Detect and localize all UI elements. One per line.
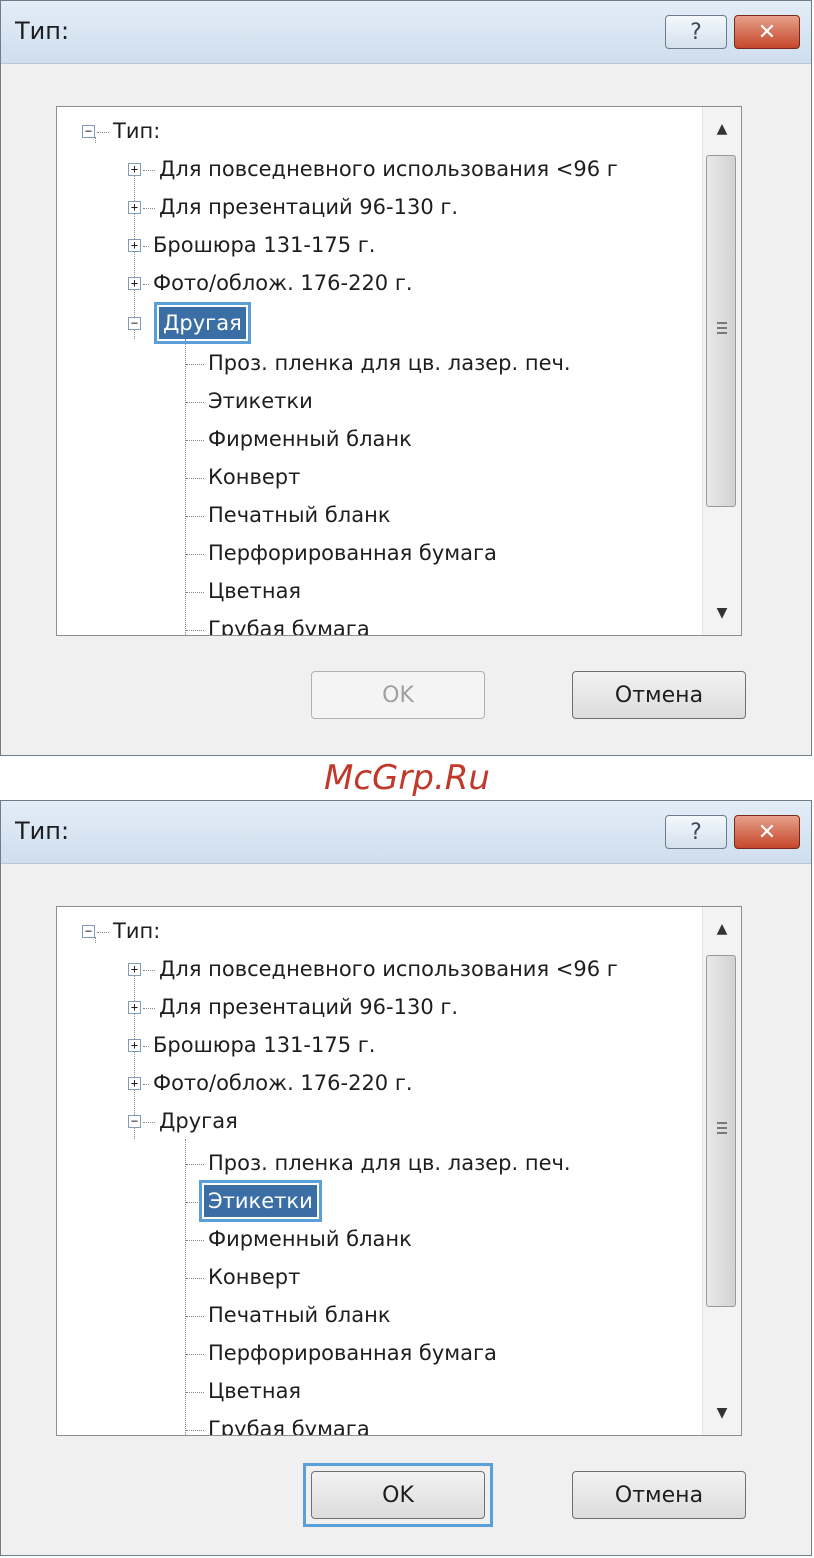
tree-item-label: Фото/облож. 176-220 г. xyxy=(153,271,413,295)
tree-connector xyxy=(97,132,109,133)
tree-subitem-label: Перфорированная бумага xyxy=(208,541,497,565)
tree-subitem-label: Цветная xyxy=(208,1379,302,1403)
tree-item-label: Брошюра 131-175 г. xyxy=(153,233,376,257)
dialog-title: Тип: xyxy=(15,817,70,845)
tree-item-label: Для презентаций 96-130 г. xyxy=(159,195,459,219)
tree-connector xyxy=(186,1316,204,1317)
tree-item-label: Брошюра 131-175 г. xyxy=(153,1033,376,1057)
paper-type-tree[interactable]: − Тип: + Для повседневного использования… xyxy=(56,106,742,636)
tree-subitem-label: Цветная xyxy=(208,579,302,603)
scroll-up-arrow-icon[interactable]: ▲ xyxy=(703,113,741,145)
close-button[interactable]: ✕ xyxy=(734,815,800,849)
tree-connector xyxy=(186,402,204,403)
tree-subitem-label: Перфорированная бумага xyxy=(208,1341,497,1365)
tree-connector xyxy=(186,440,204,441)
tree-subitem-label: Грубая бумага xyxy=(208,1417,370,1436)
tree-connector xyxy=(186,630,204,631)
tree-connector xyxy=(186,1164,204,1165)
title-bar: Тип: ? ✕ xyxy=(1,801,811,864)
tree-connector xyxy=(97,932,109,933)
watermark: McGrp.Ru xyxy=(324,758,490,798)
tree-subitem-label: Проз. пленка для цв. лазер. печ. xyxy=(208,1151,571,1175)
tree-item-label: Другая xyxy=(159,1109,238,1133)
ok-button[interactable]: OK xyxy=(311,1471,485,1519)
scroll-thumb[interactable] xyxy=(706,155,736,507)
type-dialog-step2: Тип: ? ✕ − Тип: + Для повседневного испо… xyxy=(0,800,812,1556)
paper-type-tree[interactable]: − Тип: + Для повседневного использования… xyxy=(56,906,742,1436)
cancel-button[interactable]: Отмена xyxy=(572,1471,746,1519)
close-button[interactable]: ✕ xyxy=(734,15,800,49)
tree-root-label: Тип: xyxy=(113,919,161,943)
expand-icon[interactable]: + xyxy=(128,1039,141,1052)
tree-item-label: Для повседневного использования <96 г xyxy=(159,157,618,181)
tree-item-label: Для презентаций 96-130 г. xyxy=(159,995,459,1019)
tree-item-label: Фото/облож. 176-220 г. xyxy=(153,1071,413,1095)
scroll-thumb[interactable] xyxy=(706,955,736,1307)
collapse-icon[interactable]: − xyxy=(128,1115,141,1128)
collapse-icon[interactable]: − xyxy=(128,317,141,330)
dialog-title: Тип: xyxy=(15,17,70,45)
expand-icon[interactable]: + xyxy=(128,201,141,214)
tree-subitem-label: Печатный бланк xyxy=(208,1303,391,1327)
scroll-down-arrow-icon[interactable]: ▼ xyxy=(703,597,741,629)
tree-subitem-label: Грубая бумага xyxy=(208,617,370,636)
expand-icon[interactable]: + xyxy=(128,963,141,976)
collapse-icon[interactable]: − xyxy=(82,925,95,938)
tree-subitem-label: Этикетки xyxy=(208,389,313,413)
tree-connector xyxy=(186,1392,204,1393)
tree-connector xyxy=(186,364,204,365)
tree-subitem-label: Фирменный бланк xyxy=(208,427,412,451)
vertical-scrollbar[interactable]: ▲ ▼ xyxy=(702,907,741,1435)
grip-icon xyxy=(717,322,727,334)
tree-subitem-label-selected: Этикетки xyxy=(199,1180,322,1222)
vertical-scrollbar[interactable]: ▲ ▼ xyxy=(702,107,741,635)
tree-connector xyxy=(143,208,155,209)
tree-subitem-label: Фирменный бланк xyxy=(208,1227,412,1251)
tree-subitem-label: Конверт xyxy=(208,1265,301,1289)
expand-icon[interactable]: + xyxy=(128,277,141,290)
type-dialog-step1: Тип: ? ✕ − Тип: + Для повседневного испо… xyxy=(0,0,812,756)
tree-subitem-label: Проз. пленка для цв. лазер. печ. xyxy=(208,351,571,375)
tree-item-label: Для повседневного использования <96 г xyxy=(159,957,618,981)
tree-connector xyxy=(143,1008,155,1009)
tree-connector xyxy=(186,554,204,555)
tree-connector xyxy=(143,170,155,171)
tree-connector xyxy=(186,592,204,593)
question-icon: ? xyxy=(690,819,702,845)
title-bar: Тип: ? ✕ xyxy=(1,1,811,64)
scroll-up-arrow-icon[interactable]: ▲ xyxy=(703,913,741,945)
scroll-down-arrow-icon[interactable]: ▼ xyxy=(703,1397,741,1429)
tree-connector xyxy=(186,1202,198,1203)
tree-connector xyxy=(186,1354,204,1355)
expand-icon[interactable]: + xyxy=(128,239,141,252)
tree-root-label: Тип: xyxy=(113,119,161,143)
close-icon: ✕ xyxy=(757,19,777,45)
help-button[interactable]: ? xyxy=(665,815,727,849)
tree-item-label-selected: Другая xyxy=(154,302,251,344)
expand-icon[interactable]: + xyxy=(128,1077,141,1090)
cancel-button[interactable]: Отмена xyxy=(572,671,746,719)
tree-subitem-label: Конверт xyxy=(208,465,301,489)
tree-connector xyxy=(143,1122,155,1123)
tree-subitem-label: Печатный бланк xyxy=(208,503,391,527)
tree-connector xyxy=(143,970,155,971)
tree-connector xyxy=(95,937,96,943)
close-icon: ✕ xyxy=(757,819,777,845)
ok-button-disabled[interactable]: OK xyxy=(311,671,485,719)
grip-icon xyxy=(717,1122,727,1134)
tree-connector xyxy=(186,1240,204,1241)
tree-connector xyxy=(186,516,204,517)
help-button[interactable]: ? xyxy=(665,15,727,49)
tree-connector xyxy=(186,478,204,479)
expand-icon[interactable]: + xyxy=(128,163,141,176)
tree-connector xyxy=(186,1430,204,1431)
collapse-icon[interactable]: − xyxy=(82,125,95,138)
expand-icon[interactable]: + xyxy=(128,1001,141,1014)
question-icon: ? xyxy=(690,19,702,45)
tree-connector xyxy=(95,137,96,143)
tree-connector xyxy=(186,1278,204,1279)
